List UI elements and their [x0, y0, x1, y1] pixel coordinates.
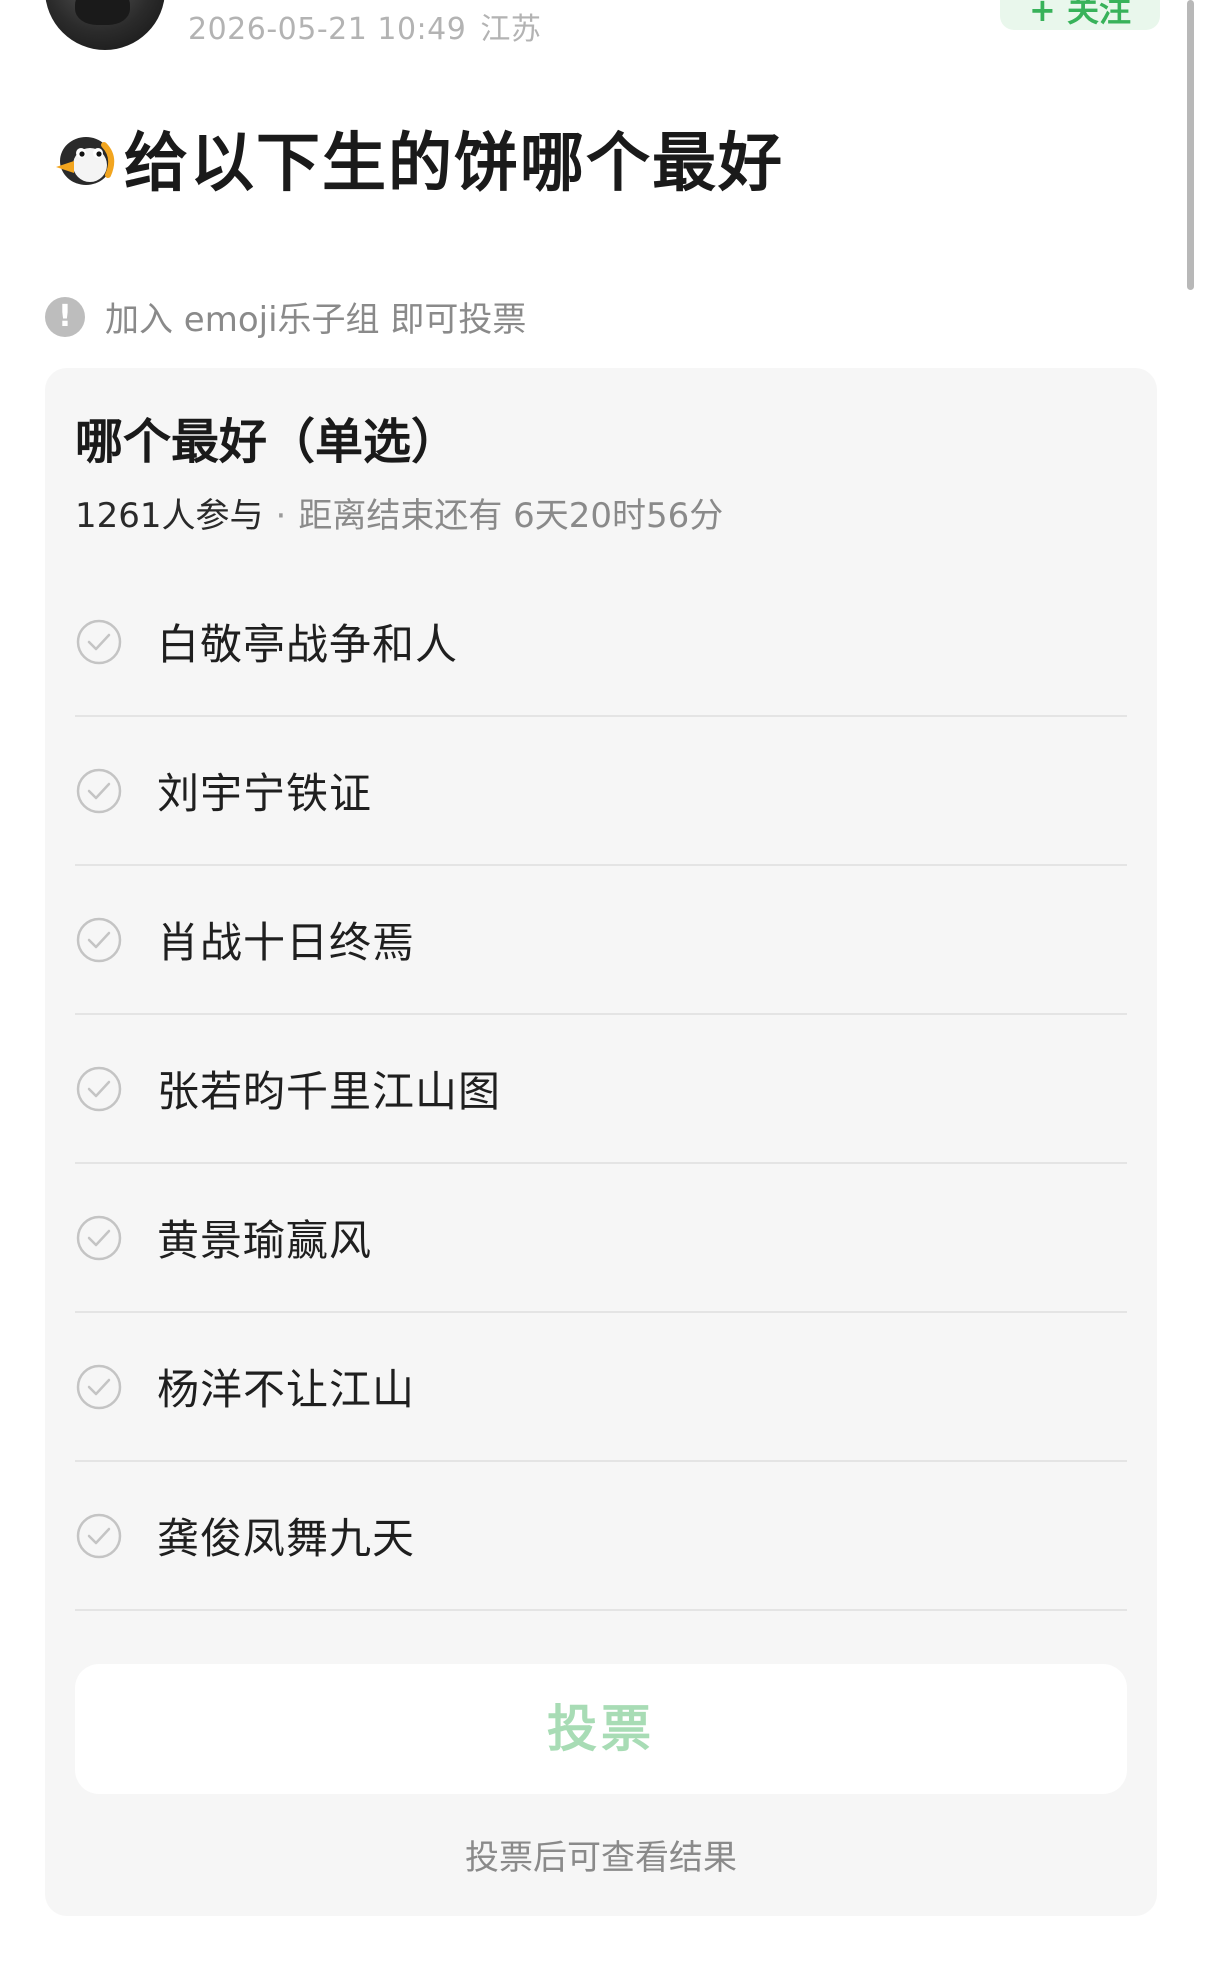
poll-option[interactable]: 刘宇宁铁证 [75, 717, 1127, 866]
vote-button[interactable]: 投票 [75, 1664, 1127, 1794]
poll-option[interactable]: 白敬亭战争和人 [75, 568, 1127, 717]
post-location: 江苏 [480, 12, 542, 47]
poll-stats: 1261人参与 · 距离结束还有 6天20时56分 [75, 488, 723, 537]
poll-option-label: 白敬亭战争和人 [157, 620, 459, 669]
poll-option-label: 杨洋不让江山 [157, 1365, 416, 1414]
penguin-emoji-icon [56, 137, 115, 185]
notice-text: 加入 emoji乐子组 即可投票 [105, 300, 527, 340]
poll-option[interactable]: 肖战十日终焉 [75, 866, 1127, 1015]
check-circle-icon[interactable] [75, 916, 123, 964]
check-circle-icon[interactable] [75, 767, 123, 815]
poll-option[interactable]: 龚俊凤舞九天 [75, 1462, 1127, 1611]
check-circle-icon[interactable] [75, 618, 123, 666]
scrollbar[interactable] [1187, 0, 1194, 290]
poll-options: 白敬亭战争和人 刘宇宁铁证 肖战十日终焉 张若昀千里江山图 黄景瑜赢风 杨洋不让… [75, 568, 1127, 1611]
check-circle-icon[interactable] [75, 1363, 123, 1411]
exclamation-icon: ! [45, 296, 85, 337]
follow-button[interactable]: + 关注 [1000, 0, 1160, 30]
check-circle-icon[interactable] [75, 1065, 123, 1113]
poll-option-label: 肖战十日终焉 [157, 918, 416, 967]
poll-option-label: 张若昀千里江山图 [157, 1067, 502, 1116]
poll-option-label: 龚俊凤舞九天 [157, 1514, 416, 1563]
poll-option[interactable]: 杨洋不让江山 [75, 1313, 1127, 1462]
vote-permission-notice: ! 加入 emoji乐子组 即可投票 [45, 292, 526, 341]
poll-title: 哪个最好（单选） [75, 414, 460, 470]
post-timestamp: 2026-05-21 10:49 [188, 12, 467, 47]
time-remaining: 距离结束还有 6天20时56分 [298, 496, 724, 536]
post-title-row: 给以下生的饼哪个最好 [48, 112, 784, 204]
poll-option-label: 黄景瑜赢风 [157, 1216, 373, 1265]
vote-hint: 投票后可查看结果 [465, 1838, 737, 1878]
avatar[interactable] [45, 0, 165, 50]
stats-separator: · [275, 496, 287, 536]
poll-option-label: 刘宇宁铁证 [157, 769, 373, 818]
check-circle-icon[interactable] [75, 1512, 123, 1560]
poll-option[interactable]: 黄景瑜赢风 [75, 1164, 1127, 1313]
post-meta: 2026-05-21 10:49 江苏 [188, 4, 541, 48]
participant-count: 1261人参与 [75, 496, 264, 536]
post-title: 给以下生的饼哪个最好 [124, 127, 784, 201]
poll-option[interactable]: 张若昀千里江山图 [75, 1015, 1127, 1164]
check-circle-icon[interactable] [75, 1214, 123, 1262]
poll-card: 哪个最好（单选） 1261人参与 · 距离结束还有 6天20时56分 白敬亭战争和人… [45, 368, 1157, 1916]
